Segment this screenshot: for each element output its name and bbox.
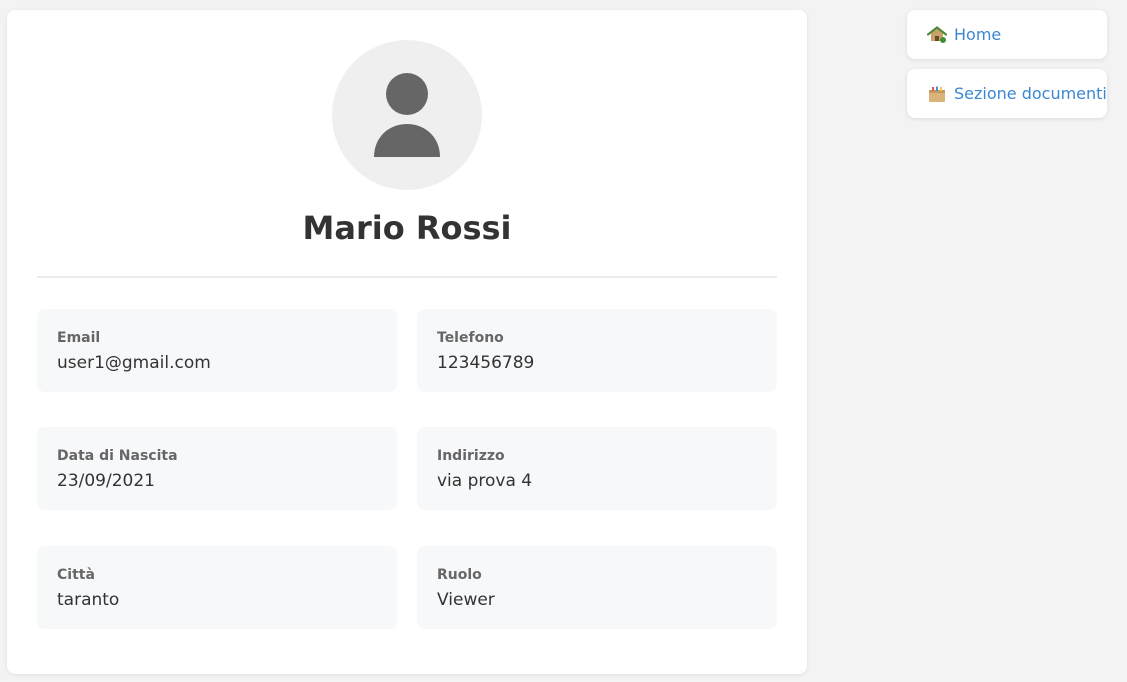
address-label: Indirizzo: [437, 448, 505, 464]
divider: [37, 276, 777, 278]
birthdate-label: Data di Nascita: [57, 448, 178, 464]
user-silhouette-icon: [374, 73, 440, 157]
phone-value: 123456789: [437, 353, 535, 373]
profile-card: Mario Rossi Email user1@gmail.com Telefo…: [7, 10, 807, 674]
email-field: Email user1@gmail.com: [37, 309, 397, 392]
email-label: Email: [57, 330, 101, 346]
role-field: Ruolo Viewer: [417, 546, 777, 629]
address-value: via prova 4: [437, 471, 533, 491]
role-label: Ruolo: [437, 567, 482, 583]
card-box-icon: [927, 84, 947, 104]
city-value: taranto: [57, 590, 120, 610]
birthdate-field: Data di Nascita 23/09/2021: [37, 427, 397, 510]
city-label: Città: [57, 567, 95, 583]
address-field: Indirizzo via prova 4: [417, 427, 777, 510]
role-value: Viewer: [437, 590, 495, 610]
phone-label: Telefono: [437, 330, 504, 346]
avatar: [332, 40, 482, 190]
house-icon: [927, 25, 947, 45]
home-button[interactable]: Home: [907, 10, 1107, 59]
phone-field: Telefono 123456789: [417, 309, 777, 392]
profile-name: Mario Rossi: [302, 209, 512, 247]
email-value: user1@gmail.com: [57, 353, 211, 373]
documents-section-label: Sezione documenti: [954, 83, 1107, 103]
home-label: Home: [954, 24, 1002, 44]
documents-section-button[interactable]: Sezione documenti: [907, 69, 1107, 118]
city-field: Città taranto: [37, 546, 397, 629]
birthdate-value: 23/09/2021: [57, 471, 155, 491]
